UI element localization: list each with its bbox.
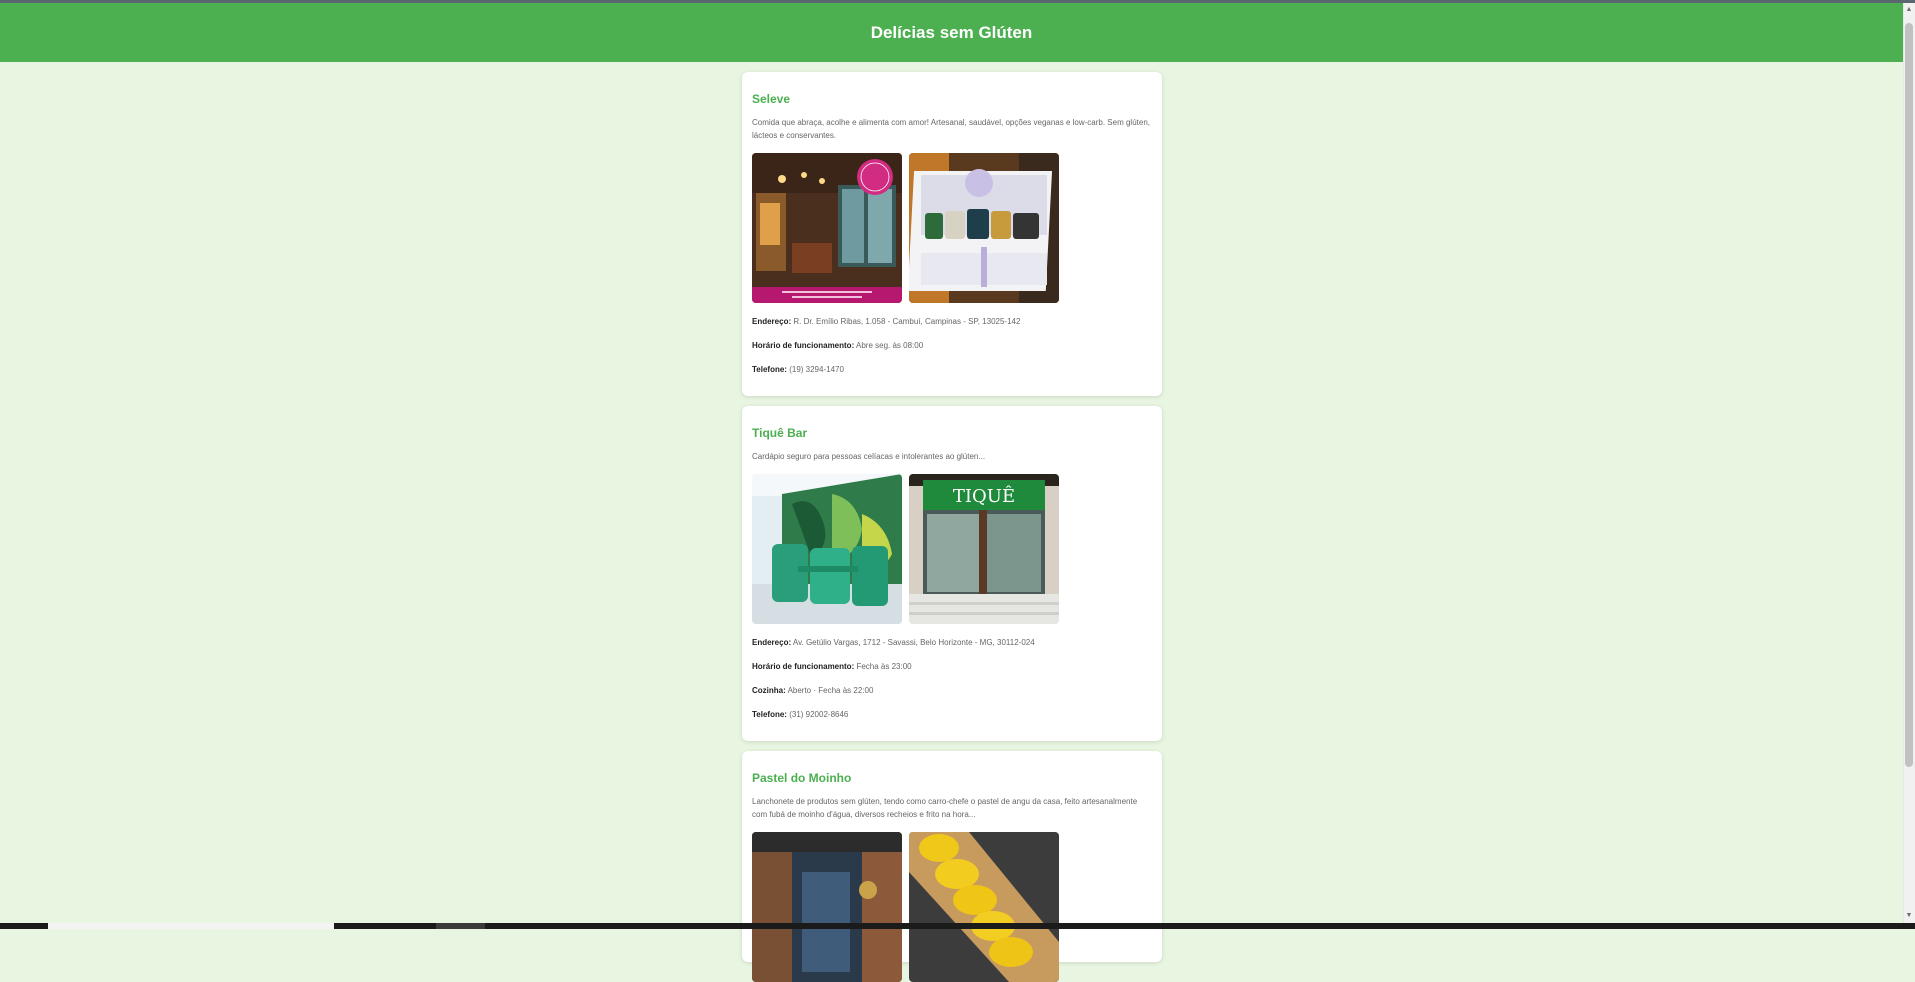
photo-gallery: TIQUÊ bbox=[752, 474, 1152, 624]
restaurant-name: Seleve bbox=[752, 92, 791, 106]
restaurant-address: Endereço: Av. Getúlio Vargas, 1712 - Sav… bbox=[752, 638, 1152, 647]
shop-entrance-image bbox=[752, 832, 902, 982]
restaurant-list: Seleve Comida que abraça, acolhe e alime… bbox=[742, 72, 1162, 982]
restaurant-photo[interactable] bbox=[909, 832, 1059, 982]
field-value: R. Dr. Emílio Ribas, 1.058 - Cambuí, Cam… bbox=[793, 317, 1021, 326]
restaurant-photo[interactable] bbox=[752, 153, 902, 303]
restaurant-photo[interactable]: TIQUÊ bbox=[909, 474, 1059, 624]
page-header: Delícias sem Glúten bbox=[0, 3, 1903, 62]
restaurant-phone: Telefone: (31) 92002-8646 bbox=[752, 710, 1152, 719]
storefront-sign-image: TIQUÊ bbox=[909, 474, 1059, 624]
restaurant-photo[interactable] bbox=[752, 832, 902, 982]
field-value: Av. Getúlio Vargas, 1712 - Savassi, Belo… bbox=[792, 638, 1035, 647]
fried-pastels-image bbox=[909, 832, 1059, 982]
svg-text:TIQUÊ: TIQUÊ bbox=[953, 484, 1015, 507]
gift-box-products-image bbox=[909, 153, 1059, 303]
restaurant-hours: Horário de funcionamento: Abre seg. às 0… bbox=[752, 341, 1152, 350]
restaurant-address: Endereço: R. Dr. Emílio Ribas, 1.058 - C… bbox=[752, 317, 1152, 326]
restaurant-card: Seleve Comida que abraça, acolhe e alime… bbox=[742, 72, 1162, 396]
scroll-down-arrow-icon[interactable]: ▼ bbox=[1905, 911, 1913, 921]
restaurant-card: Tiquê Bar Cardápio seguro para pessoas c… bbox=[742, 406, 1162, 741]
field-label: Telefone: bbox=[752, 365, 787, 374]
field-label: Endereço: bbox=[752, 317, 792, 326]
restaurant-card: Pastel do Moinho Lanchonete de produtos … bbox=[742, 751, 1162, 982]
restaurant-hours: Horário de funcionamento: Fecha às 23:00 bbox=[752, 662, 1152, 671]
field-label: Endereço: bbox=[752, 638, 792, 647]
restaurant-photo[interactable] bbox=[752, 474, 902, 624]
scrollbar[interactable]: ▲ ▼ bbox=[1903, 3, 1915, 923]
restaurant-description: Comida que abraça, acolhe e alimenta com… bbox=[752, 118, 1150, 140]
restaurant-photo[interactable] bbox=[909, 153, 1059, 303]
restaurant-description: Lanchonete de produtos sem glúten, tendo… bbox=[752, 797, 1138, 819]
field-value: Aberto · Fecha às 22:00 bbox=[787, 686, 874, 695]
scrollbar-thumb[interactable] bbox=[1905, 23, 1913, 767]
field-value: (19) 3294-1470 bbox=[789, 365, 844, 374]
restaurant-description: Cardápio seguro para pessoas celíacas e … bbox=[752, 452, 986, 461]
photo-gallery bbox=[752, 153, 1152, 303]
restaurant-name: Tiquê Bar bbox=[752, 426, 808, 440]
green-chairs-mural-image bbox=[752, 474, 902, 624]
scroll-up-arrow-icon[interactable]: ▲ bbox=[1905, 5, 1913, 15]
field-label: Horário de funcionamento: bbox=[752, 341, 855, 350]
field-label: Telefone: bbox=[752, 710, 787, 719]
field-value: Abre seg. às 08:00 bbox=[856, 341, 924, 350]
restaurant-kitchen: Cozinha: Aberto · Fecha às 22:00 bbox=[752, 686, 1152, 695]
page-title: Delícias sem Glúten bbox=[870, 23, 1033, 42]
field-label: Cozinha: bbox=[752, 686, 786, 695]
restaurant-interior-image bbox=[752, 153, 902, 303]
restaurant-phone: Telefone: (19) 3294-1470 bbox=[752, 365, 1152, 374]
taskbar-active-app[interactable] bbox=[436, 923, 485, 929]
field-value: (31) 92002-8646 bbox=[789, 710, 849, 719]
taskbar-search-field[interactable] bbox=[48, 923, 334, 929]
taskbar bbox=[0, 923, 1915, 929]
restaurant-name: Pastel do Moinho bbox=[752, 771, 852, 785]
field-value: Fecha às 23:00 bbox=[856, 662, 912, 671]
field-label: Horário de funcionamento: bbox=[752, 662, 855, 671]
